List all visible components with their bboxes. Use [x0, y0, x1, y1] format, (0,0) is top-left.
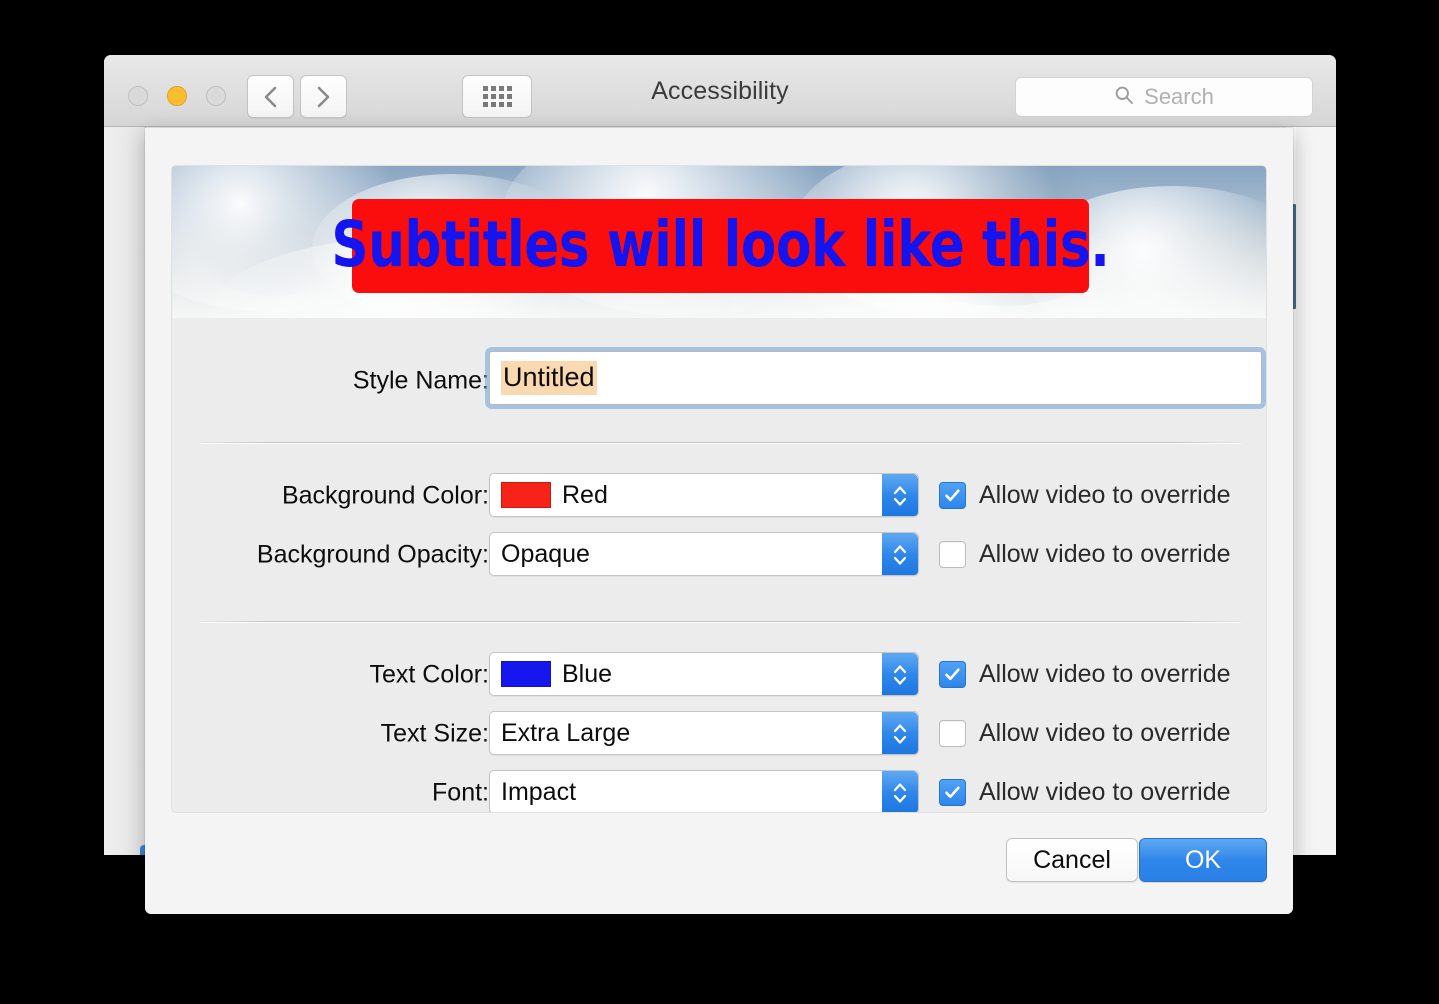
divider	[201, 442, 1241, 443]
style-editor-panel: Subtitles will look like this. Style Nam…	[171, 165, 1267, 813]
subtitle-sample-text: Subtitles will look like this.	[331, 207, 1110, 281]
override-label: Allow video to override	[979, 777, 1231, 806]
stepper-up-down-icon[interactable]	[882, 533, 918, 575]
search-field[interactable]: Search	[1015, 77, 1313, 117]
text-color-value: Blue	[562, 659, 613, 688]
override-label: Allow video to override	[979, 480, 1231, 509]
font-label-wrap: Font:	[198, 770, 489, 812]
checkbox-unchecked-icon[interactable]	[939, 719, 966, 747]
subtitle-style-sheet: Subtitles will look like this. Style Nam…	[145, 128, 1293, 914]
text-color-label-wrap: Text Color:	[198, 652, 489, 698]
left-panel-edge	[104, 127, 146, 855]
divider	[201, 621, 1241, 622]
stepper-up-down-icon[interactable]	[882, 653, 918, 695]
subtitle-preview: Subtitles will look like this.	[172, 166, 1266, 318]
subtitle-sample-box: Subtitles will look like this.	[331, 199, 1110, 293]
style-name-label: Style Name:	[352, 366, 489, 395]
text-color-label: Text Color:	[369, 660, 489, 689]
font-label: Font:	[432, 778, 489, 807]
stepper-up-down-icon[interactable]	[882, 771, 918, 812]
stepper-up-down-icon[interactable]	[882, 712, 918, 754]
text-color-select[interactable]: Blue	[489, 652, 919, 696]
background-opacity-select[interactable]: Opaque	[489, 532, 919, 576]
ok-button[interactable]: OK	[1139, 838, 1267, 882]
style-name-input[interactable]: Untitled	[489, 351, 1262, 405]
background-opacity-row: Background Opacity: Opaque Allow video t…	[198, 532, 1242, 578]
background-opacity-value: Opaque	[501, 539, 590, 568]
screen: Accessibility Search Subtitles will look…	[0, 0, 1439, 1004]
override-label: Allow video to override	[979, 659, 1231, 688]
style-form: Style Name: Untitled Background Color: R…	[172, 318, 1266, 812]
text-size-override[interactable]: Allow video to override	[939, 711, 1231, 755]
stepper-up-down-icon[interactable]	[882, 474, 918, 516]
override-label: Allow video to override	[979, 718, 1231, 747]
checkbox-checked-icon[interactable]	[939, 778, 966, 806]
background-opacity-label-wrap: Background Opacity:	[198, 532, 489, 578]
font-override[interactable]: Allow video to override	[939, 770, 1231, 812]
override-label: Allow video to override	[979, 539, 1231, 568]
search-icon	[1114, 85, 1134, 110]
background-color-label-wrap: Background Color:	[198, 473, 489, 519]
text-color-override[interactable]: Allow video to override	[939, 652, 1231, 696]
text-size-select[interactable]: Extra Large	[489, 711, 919, 755]
checkbox-checked-icon[interactable]	[939, 660, 966, 688]
background-color-row: Background Color: Red Allow video to ove…	[198, 473, 1242, 519]
font-row: Font: Impact Allow video to override	[198, 770, 1242, 812]
color-swatch	[501, 661, 551, 687]
background-color-label: Background Color:	[281, 481, 489, 510]
text-size-label: Text Size:	[380, 719, 489, 748]
search-placeholder: Search	[1144, 84, 1214, 109]
checkbox-unchecked-icon[interactable]	[939, 540, 966, 568]
style-name-label-wrap: Style Name:	[198, 351, 489, 411]
background-color-override[interactable]: Allow video to override	[939, 473, 1231, 517]
text-size-value: Extra Large	[501, 718, 631, 747]
background-opacity-override[interactable]: Allow video to override	[939, 532, 1231, 576]
text-size-label-wrap: Text Size:	[198, 711, 489, 757]
style-name-value: Untitled	[501, 361, 597, 395]
font-select[interactable]: Impact	[489, 770, 919, 812]
style-name-row: Style Name: Untitled	[198, 351, 1262, 411]
background-color-value: Red	[562, 480, 608, 509]
window-titlebar: Accessibility Search	[104, 55, 1336, 127]
checkbox-checked-icon[interactable]	[939, 481, 966, 509]
background-opacity-label: Background Opacity:	[256, 540, 489, 569]
font-value: Impact	[501, 777, 577, 806]
text-size-row: Text Size: Extra Large Allow video to ov…	[198, 711, 1242, 757]
text-color-row: Text Color: Blue Allow video to override	[198, 652, 1242, 698]
cancel-button[interactable]: Cancel	[1006, 838, 1138, 882]
color-swatch	[501, 482, 551, 508]
background-color-select[interactable]: Red	[489, 473, 919, 517]
